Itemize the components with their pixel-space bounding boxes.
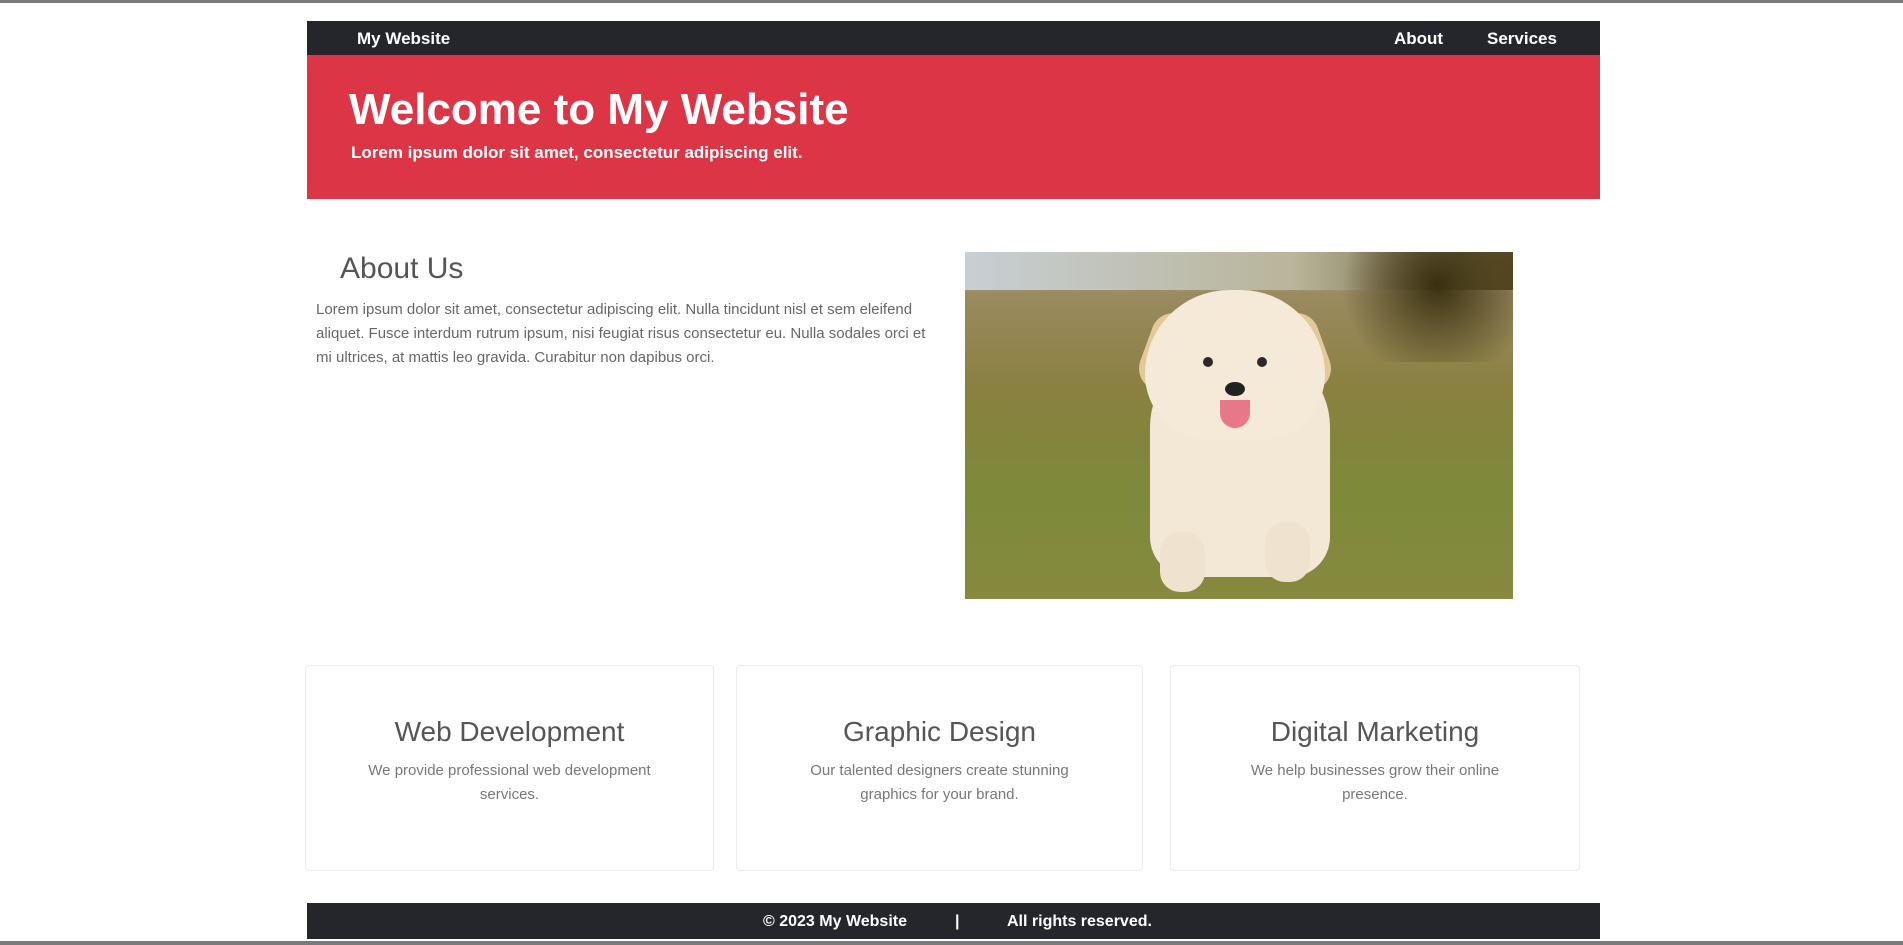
navbar: My Website About Services <box>307 21 1600 55</box>
footer-copyright: © 2023 My Website <box>763 913 907 930</box>
puppy-leg-left <box>1160 532 1205 592</box>
about-text: Lorem ipsum dolor sit amet, consectetur … <box>316 301 926 366</box>
hero-subtitle: Lorem ipsum dolor sit amet, consectetur … <box>351 143 803 162</box>
service-title: Web Development <box>394 716 625 747</box>
nav-link-about[interactable]: About <box>1394 29 1443 49</box>
service-card-graphic-design: Graphic Design Our talented designers cr… <box>736 665 1143 871</box>
brand-link[interactable]: My Website <box>357 29 450 49</box>
hero-title: Welcome to My Website <box>349 85 849 134</box>
puppy-photo <box>965 252 1513 599</box>
hero-banner: Welcome to My Website Lorem ipsum dolor … <box>307 55 1600 199</box>
footer-separator: | <box>955 913 960 930</box>
service-card-web-development: Web Development We provide professional … <box>305 665 714 871</box>
about-heading: About Us <box>340 252 464 285</box>
puppy-eye-right <box>1257 357 1267 367</box>
photo-shadow <box>1325 252 1513 362</box>
footer: © 2023 My Website | All rights reserved. <box>307 903 1600 939</box>
puppy-eye-left <box>1203 357 1213 367</box>
puppy-nose <box>1225 382 1245 396</box>
service-card-digital-marketing: Digital Marketing We help businesses gro… <box>1170 665 1580 871</box>
puppy-leg-right <box>1265 522 1310 582</box>
service-title: Graphic Design <box>843 716 1036 747</box>
window-top-border <box>0 0 1903 3</box>
service-description: Our talented designers create stunning g… <box>810 762 1069 803</box>
service-description: We provide professional web development … <box>368 762 651 803</box>
service-description: We help businesses grow their online pre… <box>1250 762 1500 803</box>
footer-rights: All rights reserved. <box>1007 913 1152 930</box>
service-title: Digital Marketing <box>1270 716 1480 747</box>
window-bottom-border <box>0 941 1903 945</box>
nav-link-services[interactable]: Services <box>1487 29 1557 49</box>
